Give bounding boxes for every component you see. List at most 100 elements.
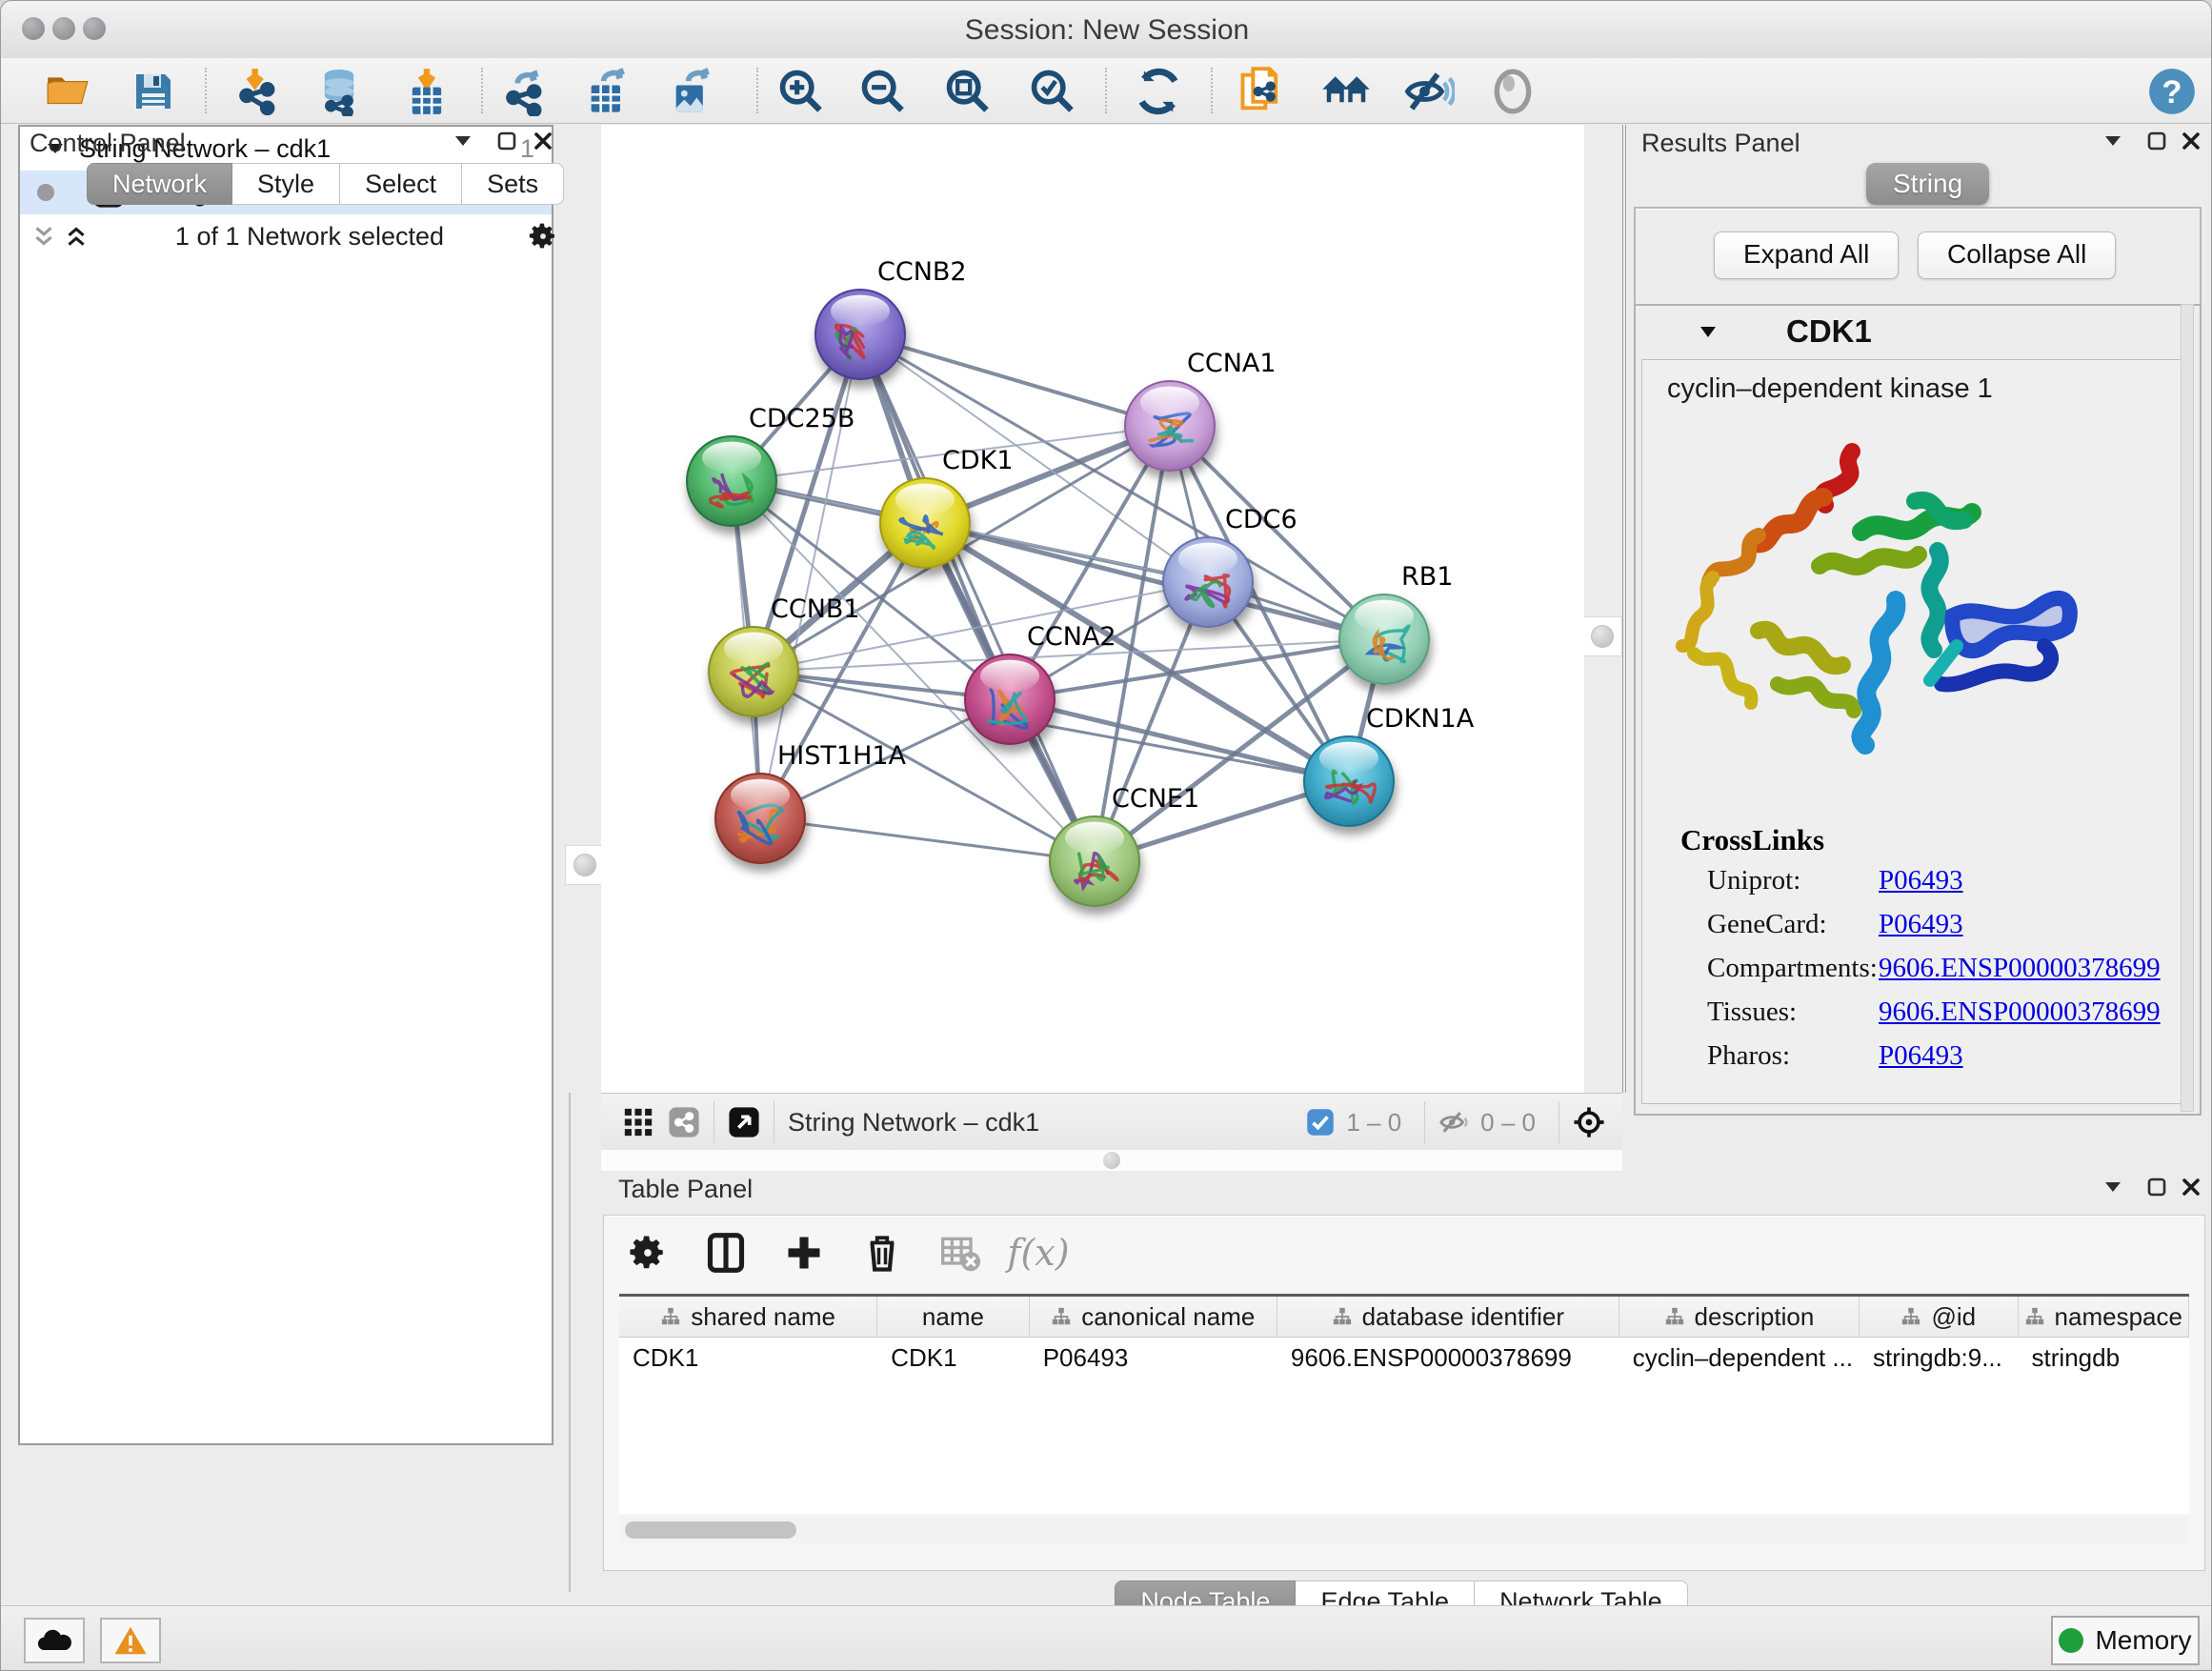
fit-selected-crosshair-icon[interactable] <box>1573 1108 1605 1137</box>
cell-@id[interactable]: stringdb:9... <box>1860 1338 2019 1378</box>
column-header-@id[interactable]: @id <box>1860 1297 2019 1337</box>
network-edge-CDK1-RB1[interactable] <box>925 523 1384 639</box>
network-canvas[interactable]: CCNB2CCNA1CDC25BCDK1CDC6RB1CCNB1CCNA2CDK… <box>601 125 1584 1093</box>
network-node-CDC25B[interactable]: CDC25B <box>687 404 855 526</box>
column-header-name[interactable]: name <box>877 1297 1030 1337</box>
export-network-icon[interactable] <box>500 66 552 117</box>
cell-database-identifier[interactable]: 9606.ENSP00000378699 <box>1277 1338 1619 1378</box>
network-edge-CCNB2-CCNE1[interactable] <box>860 334 1095 861</box>
crosslink-link[interactable]: P06493 <box>1879 1040 1963 1084</box>
column-header-canonical-name[interactable]: canonical name <box>1030 1297 1277 1337</box>
float-panel-icon[interactable] <box>2097 127 2129 155</box>
hide-details-icon[interactable] <box>1403 66 1455 117</box>
selected-checkbox-icon[interactable] <box>1304 1108 1337 1137</box>
zoom-fit-icon[interactable] <box>942 66 994 117</box>
zoom-in-icon[interactable] <box>775 66 827 117</box>
expand-all-networks-icon[interactable] <box>60 222 92 251</box>
cell-shared-name[interactable]: CDK1 <box>619 1338 877 1378</box>
zoom-selected-icon[interactable] <box>1027 66 1078 117</box>
refresh-icon[interactable] <box>1133 66 1184 117</box>
network-node-RB1[interactable]: RB1 <box>1339 562 1453 684</box>
tab-style[interactable]: Style <box>232 163 340 205</box>
maximize-panel-icon[interactable] <box>491 127 523 155</box>
network-node-CCNE1[interactable]: CCNE1 <box>1050 784 1199 906</box>
divider-handle[interactable] <box>1582 616 1622 656</box>
memory-button[interactable]: Memory <box>2051 1616 2200 1665</box>
warning-button[interactable] <box>100 1618 161 1663</box>
open-session-icon[interactable] <box>42 66 93 117</box>
help-icon[interactable]: ? <box>2146 66 2198 117</box>
close-panel-icon[interactable] <box>2175 1173 2207 1201</box>
cell-namespace[interactable]: stringdb <box>2019 1338 2189 1378</box>
maximize-panel-icon[interactable] <box>2141 127 2173 155</box>
network-node-HIST1H1A[interactable]: HIST1H1A <box>715 741 907 863</box>
column-header-shared-name[interactable]: shared name <box>619 1297 877 1337</box>
panel-divider[interactable] <box>1584 125 1626 1093</box>
collapse-all-button[interactable]: Collapse All <box>1918 232 2116 279</box>
first-neighbors-icon[interactable] <box>1320 66 1372 117</box>
import-network-file-icon[interactable] <box>233 66 285 117</box>
crosslink-link[interactable]: P06493 <box>1879 865 1963 909</box>
column-header-description[interactable]: description <box>1619 1297 1860 1337</box>
table-horizontal-scrollbar[interactable] <box>619 1517 2189 1543</box>
tab-string[interactable]: String <box>1866 163 1989 205</box>
collapse-triangle-icon[interactable] <box>1699 325 1718 339</box>
crosslink-link[interactable]: P06493 <box>1879 909 1963 953</box>
close-panel-icon[interactable] <box>527 127 559 155</box>
birdseye-view-icon[interactable] <box>728 1108 760 1137</box>
show-columns-icon[interactable] <box>701 1228 751 1278</box>
tab-sets[interactable]: Sets <box>462 163 564 205</box>
column-header-database-identifier[interactable]: database identifier <box>1277 1297 1619 1337</box>
float-panel-icon[interactable] <box>2097 1173 2129 1201</box>
divider-handle[interactable] <box>565 845 605 885</box>
delete-table-icon[interactable] <box>935 1228 985 1278</box>
maximize-panel-icon[interactable] <box>2141 1173 2173 1201</box>
expand-all-button[interactable]: Expand All <box>1714 232 1899 279</box>
table-row[interactable]: CDK1CDK1P064939606.ENSP00000378699cyclin… <box>619 1338 2189 1378</box>
gene-section-header[interactable]: CDK1 <box>1636 306 2200 357</box>
cell-name[interactable]: CDK1 <box>877 1338 1030 1378</box>
network-overview-icon[interactable] <box>668 1108 700 1137</box>
float-panel-icon[interactable] <box>447 127 479 155</box>
table-toolbar: f(x) <box>623 1221 1063 1284</box>
hidden-eye-icon[interactable] <box>1438 1108 1471 1137</box>
network-edge-HIST1H1A-CCNE1[interactable] <box>760 818 1095 861</box>
scrollbar-thumb[interactable] <box>625 1521 796 1539</box>
tab-network[interactable]: Network <box>87 163 232 205</box>
cell-description[interactable]: cyclin–dependent ... <box>1619 1338 1860 1378</box>
function-builder-icon[interactable]: f(x) <box>1014 1228 1063 1278</box>
table-settings-gear-icon[interactable] <box>623 1228 673 1278</box>
panel-divider[interactable] <box>569 125 601 1093</box>
cell-canonical-name[interactable]: P06493 <box>1030 1338 1277 1378</box>
title-bar: Session: New Session <box>1 1 2212 59</box>
network-node-CCNA1[interactable]: CCNA1 <box>1125 349 1277 471</box>
add-column-icon[interactable] <box>779 1228 829 1278</box>
crosslink-link[interactable]: 9606.ENSP00000378699 <box>1879 953 2161 997</box>
network-node-CDKN1A[interactable]: CDKN1A <box>1304 704 1475 826</box>
horizontal-divider[interactable] <box>601 1150 1622 1172</box>
results-scrollbar[interactable] <box>2181 304 2194 1112</box>
crosslink-link[interactable]: 9606.ENSP00000378699 <box>1879 997 2161 1040</box>
network-options-gear-icon[interactable] <box>527 222 559 251</box>
clone-network-icon[interactable] <box>1236 66 1287 117</box>
warning-icon <box>113 1625 148 1656</box>
export-table-icon[interactable] <box>582 66 633 117</box>
graphics-details-icon[interactable] <box>1487 66 1538 117</box>
grid-view-icon[interactable] <box>622 1108 654 1137</box>
column-header-namespace[interactable]: namespace <box>2019 1297 2189 1337</box>
import-network-database-icon[interactable] <box>313 66 365 117</box>
save-session-icon[interactable] <box>128 66 179 117</box>
collapse-all-networks-icon[interactable] <box>28 222 60 251</box>
cloud-button[interactable] <box>24 1618 85 1663</box>
node-label-CCNA1: CCNA1 <box>1187 349 1277 378</box>
export-image-icon[interactable] <box>667 66 718 117</box>
node-table[interactable]: shared namenamecanonical namedatabase id… <box>619 1294 2189 1514</box>
delete-column-icon[interactable] <box>857 1228 907 1278</box>
tab-select[interactable]: Select <box>340 163 462 205</box>
close-panel-icon[interactable] <box>2175 127 2207 155</box>
divider-handle[interactable] <box>1103 1152 1120 1169</box>
zoom-out-icon[interactable] <box>857 66 909 117</box>
import-table-icon[interactable] <box>401 66 452 117</box>
network-edge-CCNB2-CCNA1[interactable] <box>860 334 1170 426</box>
network-node-CDK1[interactable]: CDK1 <box>880 446 1014 568</box>
